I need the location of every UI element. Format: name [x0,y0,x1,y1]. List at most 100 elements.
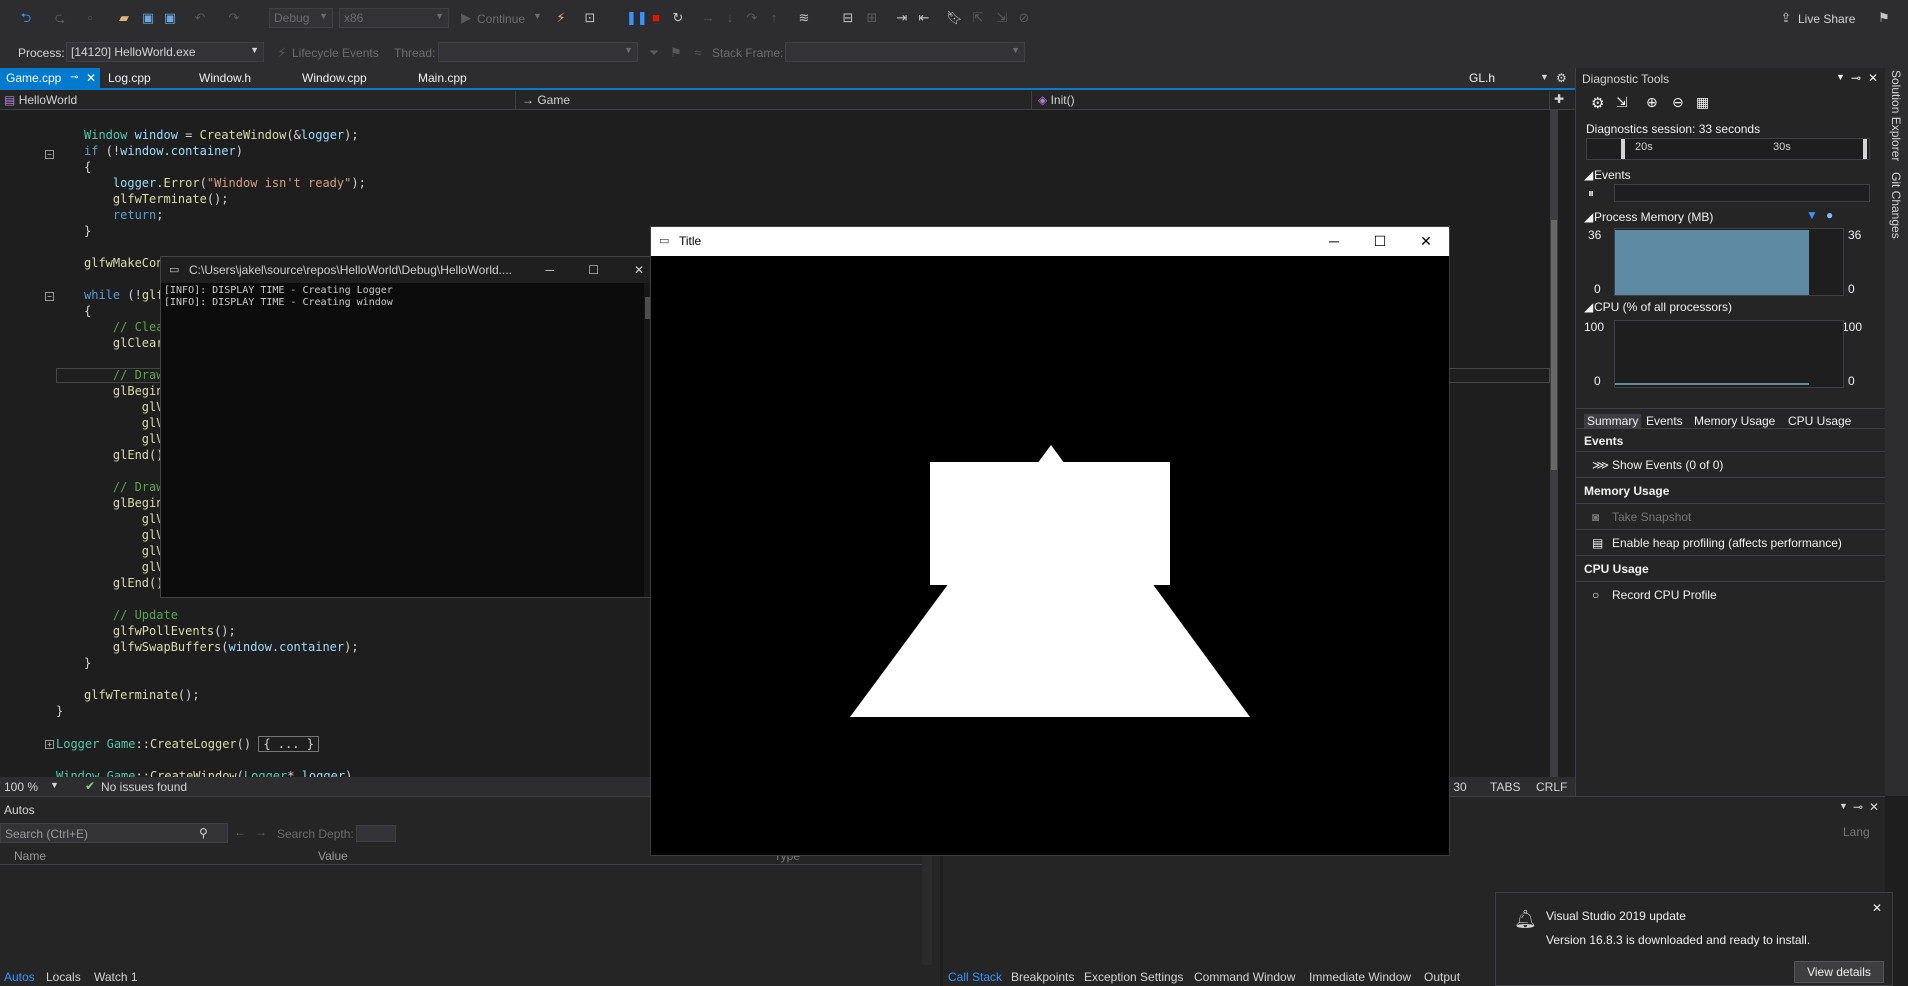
breakpoint-window-icon[interactable]: ⊟ [840,10,856,26]
split-editor-icon[interactable]: ✚ [1554,92,1564,106]
live-share-button[interactable]: Live Share [1798,12,1855,26]
collapse-events-icon[interactable]: ◢ [1584,168,1593,182]
hot-reload-icon[interactable]: ⚡ [553,10,569,26]
solution-config-dropdown[interactable]: Debug ▼ [269,8,333,28]
minimize-icon[interactable]: ─ [545,257,554,283]
fold-expand-icon[interactable]: + [45,740,54,749]
thread-icon[interactable]: ≋ [796,10,812,26]
take-snapshot-button[interactable]: Take Snapshot [1612,510,1691,524]
heap-profiling-row[interactable]: ▤ Enable heap profiling (affects perform… [1576,530,1886,556]
tab-gl-h[interactable]: GL.h [1463,68,1501,88]
prev-bookmark-icon[interactable]: ⇱ [970,10,986,26]
toggle-icon[interactable]: ⊞ [864,10,880,26]
stop-icon[interactable]: ■ [648,10,664,26]
console-window[interactable]: ▭ C:\Users\jakel\source\repos\HelloWorld… [160,256,655,598]
zoom-level[interactable]: 100 % [4,780,38,794]
issues-status[interactable]: No issues found [101,780,187,794]
tab-main-cpp[interactable]: Main.cpp [412,68,473,88]
tab-exception-settings[interactable]: Exception Settings [1080,968,1187,986]
member-dropdown[interactable]: ◈ Init() [1034,91,1550,109]
open-folder-icon[interactable]: ▰ [116,10,132,26]
view-details-button[interactable]: View details [1794,961,1884,983]
line-ending[interactable]: CRLF [1536,780,1567,794]
tab-game-cpp[interactable]: Game.cpp ⊸ ✕ [0,68,100,88]
glfw-window[interactable]: ▭ Title ─ ☐ ✕ [650,226,1450,856]
bookmark-icon[interactable]: 🔖︎ [946,10,963,26]
redo-icon[interactable]: ↷ [226,10,242,26]
tab-window-h[interactable]: Window.h [193,68,257,88]
live-share-icon[interactable]: ⇪ [1778,10,1794,26]
indent-icon[interactable]: ⇥ [894,10,910,26]
git-changes-tab[interactable]: Git Changes [1889,172,1903,239]
search-icon[interactable]: ⚲ [199,826,208,840]
flag-icon[interactable]: ⚑ [668,45,684,61]
show-events-link[interactable]: Show Events (0 of 0) [1612,458,1723,472]
screenshot-icon[interactable]: ⊡ [582,10,598,26]
tab-overflow-dropdown-icon[interactable]: ▼ [1540,72,1549,82]
tab-cpu-usage[interactable]: CPU Usage [1788,414,1851,428]
timeline-ruler[interactable]: 20s 30s [1586,138,1870,160]
search-depth-dropdown[interactable] [356,825,396,842]
save-icon[interactable]: ▣ [140,10,156,26]
memory-chart[interactable] [1614,228,1844,296]
process-dropdown[interactable]: [14120] HelloWorld.exe ▼ [66,42,264,62]
next-bookmark-icon[interactable]: ⇲ [994,10,1010,26]
timeline-start-handle[interactable] [1621,139,1625,159]
close-icon[interactable]: ✕ [1868,71,1878,85]
search-forward-icon[interactable]: → [255,825,267,839]
collapse-memory-icon[interactable]: ◢ [1584,210,1593,224]
platform-dropdown[interactable]: x86 ▼ [339,8,449,28]
show-next-statement-icon[interactable]: → [700,10,716,26]
column-language-header[interactable]: Lang [1843,825,1870,839]
clear-bookmarks-icon[interactable]: ⊘ [1016,10,1032,26]
timeline-end-handle[interactable] [1863,139,1867,159]
scope-dropdown[interactable]: → Game [518,91,1032,109]
tab-summary[interactable]: Summary [1584,414,1642,428]
maximize-icon[interactable]: ☐ [1357,227,1403,256]
tab-locals[interactable]: Locals [42,968,85,986]
indent-mode[interactable]: TABS [1490,780,1520,794]
export-icon[interactable]: ⇲ [1616,94,1628,111]
close-icon[interactable]: ✕ [86,68,96,88]
tab-call-stack[interactable]: Call Stack [944,968,1006,986]
close-icon[interactable]: ✕ [1403,227,1449,256]
save-all-icon[interactable]: ▣ [162,10,178,26]
tab-watch-1[interactable]: Watch 1 [90,968,142,986]
tab-autos[interactable]: Autos [0,968,39,986]
minimize-icon[interactable]: ─ [1311,227,1357,256]
checkbox-icon[interactable]: ▤ [1592,536,1603,550]
record-cpu-profile-button[interactable]: Record CPU Profile [1612,588,1717,602]
close-icon[interactable]: ✕ [1872,901,1882,915]
search-back-icon[interactable]: ← [234,825,246,839]
cpu-chart[interactable] [1614,320,1844,388]
show-events-row[interactable]: ⋙ Show Events (0 of 0) [1576,452,1886,478]
feedback-icon[interactable]: ⚑ [1876,10,1892,26]
editor-vertical-scrollbar[interactable] [1550,110,1558,780]
threads-icon[interactable]: ≈ [690,45,706,61]
tab-log-cpp[interactable]: Log.cpp [102,68,157,88]
tab-command-window[interactable]: Command Window [1190,968,1299,986]
filter-icon[interactable]: ⏷ [646,45,662,61]
continue-button[interactable]: Continue [477,12,525,26]
solution-explorer-tab[interactable]: Solution Explorer [1889,70,1903,161]
undo-icon[interactable]: ↶ [192,10,208,26]
step-into-icon[interactable]: ↓ [722,10,738,26]
pin-icon[interactable]: ⊸ [1853,800,1863,814]
tab-immediate-window[interactable]: Immediate Window [1305,968,1415,986]
scrollbar-thumb[interactable] [1551,220,1557,470]
thread-dropdown[interactable]: ▼ [438,42,638,62]
tab-events[interactable]: Events [1646,414,1683,428]
close-icon[interactable]: ✕ [634,257,644,283]
panel-dropdown-icon[interactable]: ▼ [1836,72,1845,82]
continue-play-icon[interactable]: ▶ [458,10,474,26]
tab-output[interactable]: Output [1420,968,1464,986]
continue-dropdown-icon[interactable]: ▼ [533,11,542,21]
settings-icon[interactable]: ⚙ [1591,94,1604,112]
reset-view-icon[interactable]: ▦ [1696,94,1709,111]
record-cpu-row[interactable]: ○ Record CPU Profile [1576,582,1886,608]
pin-icon[interactable]: ⊸ [1851,71,1861,85]
back-navigate-icon[interactable]: ⮌ [18,10,34,26]
fold-collapse-icon[interactable]: − [45,150,54,159]
glfw-title-bar[interactable]: ▭ Title ─ ☐ ✕ [651,227,1449,256]
pause-icon[interactable]: ❚❚ [626,10,648,26]
